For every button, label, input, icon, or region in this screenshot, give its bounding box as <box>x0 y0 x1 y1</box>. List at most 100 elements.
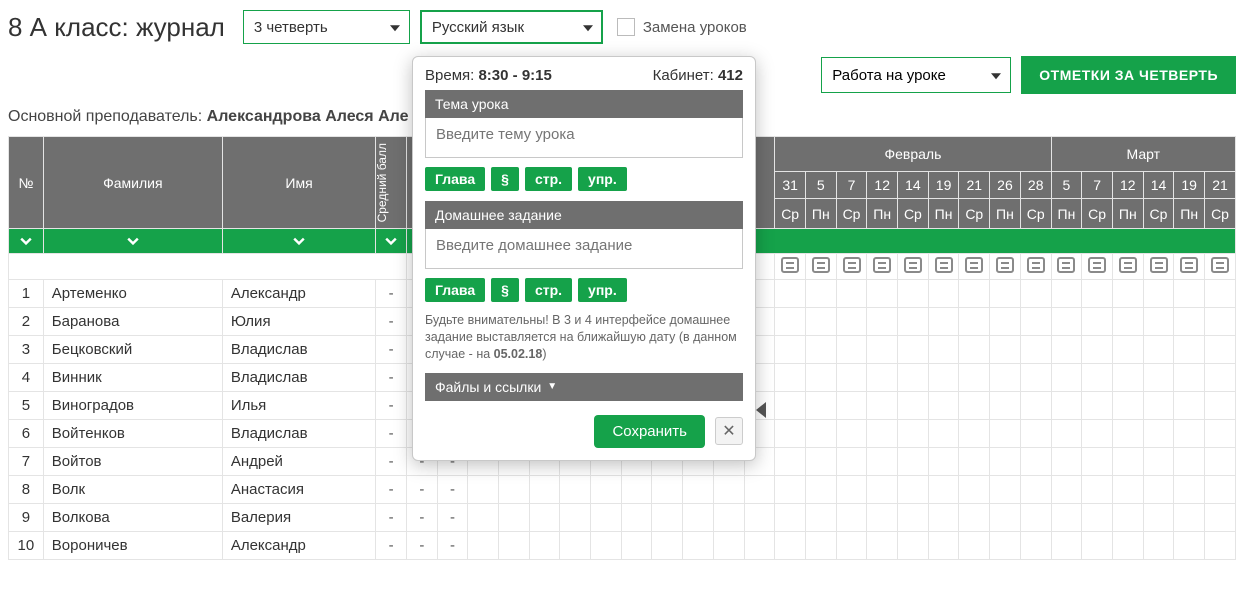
grade-cell[interactable] <box>1174 308 1205 336</box>
grade-cell[interactable] <box>775 364 806 392</box>
grade-cell[interactable] <box>928 364 959 392</box>
grade-cell[interactable] <box>867 336 898 364</box>
grade-cell[interactable] <box>805 364 836 392</box>
grade-cell[interactable] <box>1205 364 1236 392</box>
grade-cell[interactable] <box>990 532 1021 560</box>
grade-cell[interactable] <box>560 476 591 504</box>
grade-cell[interactable]: - <box>406 476 437 504</box>
grade-cell[interactable] <box>1051 476 1082 504</box>
grade-cell[interactable] <box>805 336 836 364</box>
grade-cell[interactable] <box>836 532 867 560</box>
grade-cell[interactable] <box>928 280 959 308</box>
grade-cell[interactable] <box>1051 532 1082 560</box>
grade-cell[interactable] <box>1020 532 1051 560</box>
grade-cell[interactable] <box>867 448 898 476</box>
grade-cell[interactable] <box>499 476 530 504</box>
grade-cell[interactable] <box>1143 364 1174 392</box>
grade-cell[interactable] <box>529 504 560 532</box>
grade-cell[interactable] <box>1112 420 1143 448</box>
day-header[interactable]: 5 <box>805 171 836 198</box>
grade-cell[interactable] <box>898 280 929 308</box>
grade-cell[interactable] <box>1174 420 1205 448</box>
lesson-note-icon[interactable] <box>1088 257 1106 273</box>
grade-cell[interactable] <box>959 504 990 532</box>
grade-cell[interactable] <box>959 280 990 308</box>
grade-cell[interactable] <box>959 336 990 364</box>
lesson-note-icon[interactable] <box>1211 257 1229 273</box>
grade-cell[interactable] <box>621 504 652 532</box>
grade-cell[interactable] <box>1082 280 1113 308</box>
grade-cell[interactable] <box>867 280 898 308</box>
grade-cell[interactable] <box>591 504 622 532</box>
grade-cell[interactable] <box>1051 448 1082 476</box>
grade-cell[interactable] <box>867 308 898 336</box>
insert-chip[interactable]: § <box>491 167 519 191</box>
grade-cell[interactable] <box>805 420 836 448</box>
grade-cell[interactable] <box>1205 280 1236 308</box>
grade-cell[interactable] <box>529 476 560 504</box>
grade-cell[interactable] <box>898 308 929 336</box>
grade-cell[interactable] <box>898 336 929 364</box>
insert-chip[interactable]: упр. <box>578 167 627 191</box>
grade-cell[interactable] <box>959 364 990 392</box>
day-header[interactable]: 31 <box>775 171 806 198</box>
grade-cell[interactable] <box>775 280 806 308</box>
grade-cell[interactable] <box>928 476 959 504</box>
grade-cell[interactable] <box>775 532 806 560</box>
insert-chip[interactable]: § <box>491 278 519 302</box>
grade-cell[interactable] <box>867 504 898 532</box>
filter-surname[interactable] <box>43 229 222 254</box>
grade-cell[interactable] <box>1020 308 1051 336</box>
grade-cell[interactable]: - <box>437 476 468 504</box>
grade-cell[interactable] <box>867 392 898 420</box>
lesson-note-icon[interactable] <box>843 257 861 273</box>
grade-cell[interactable] <box>805 280 836 308</box>
grade-cell[interactable] <box>1174 448 1205 476</box>
grade-cell[interactable] <box>1051 364 1082 392</box>
grade-cell[interactable] <box>1051 308 1082 336</box>
day-header[interactable]: 21 <box>1205 171 1236 198</box>
grade-cell[interactable] <box>1174 504 1205 532</box>
grade-cell[interactable] <box>683 504 714 532</box>
grade-cell[interactable] <box>1112 308 1143 336</box>
grade-cell[interactable] <box>1020 476 1051 504</box>
grade-cell[interactable] <box>990 420 1021 448</box>
lesson-note-icon[interactable] <box>1027 257 1045 273</box>
grade-cell[interactable] <box>1143 504 1174 532</box>
day-header[interactable]: 14 <box>1143 171 1174 198</box>
grade-cell[interactable] <box>1051 420 1082 448</box>
grade-cell[interactable] <box>744 532 775 560</box>
quarter-select[interactable]: 3 четверть <box>243 10 410 44</box>
grade-cell[interactable] <box>1020 420 1051 448</box>
day-header[interactable]: 7 <box>1082 171 1113 198</box>
grade-cell[interactable] <box>560 504 591 532</box>
grade-cell[interactable] <box>928 504 959 532</box>
save-button[interactable]: Сохранить <box>594 415 705 448</box>
grade-cell[interactable]: - <box>437 504 468 532</box>
grade-cell[interactable] <box>805 532 836 560</box>
grade-cell[interactable] <box>898 504 929 532</box>
grade-cell[interactable] <box>499 504 530 532</box>
grade-cell[interactable] <box>775 336 806 364</box>
grade-cell[interactable] <box>775 420 806 448</box>
grade-cell[interactable] <box>1082 336 1113 364</box>
lesson-note-icon[interactable] <box>873 257 891 273</box>
grade-cell[interactable] <box>928 420 959 448</box>
insert-chip[interactable]: Глава <box>425 167 485 191</box>
grade-cell[interactable] <box>990 280 1021 308</box>
grade-cell[interactable] <box>805 308 836 336</box>
grade-cell[interactable] <box>1205 476 1236 504</box>
grade-cell[interactable] <box>836 280 867 308</box>
grade-cell[interactable] <box>1205 532 1236 560</box>
close-button[interactable]: ✕ <box>715 417 743 445</box>
grade-cell[interactable] <box>1051 280 1082 308</box>
insert-chip[interactable]: стр. <box>525 167 572 191</box>
grade-cell[interactable] <box>928 448 959 476</box>
grade-cell[interactable] <box>1051 504 1082 532</box>
grade-cell[interactable] <box>621 532 652 560</box>
day-header[interactable]: 7 <box>836 171 867 198</box>
grade-cell[interactable] <box>805 392 836 420</box>
grade-cell[interactable] <box>775 504 806 532</box>
grade-cell[interactable] <box>652 532 683 560</box>
day-header[interactable]: 19 <box>928 171 959 198</box>
